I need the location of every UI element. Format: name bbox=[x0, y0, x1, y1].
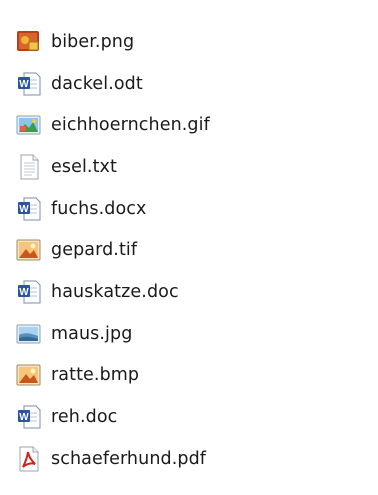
file-item-maus-jpg[interactable]: maus.jpg bbox=[16, 313, 356, 355]
pdf-document-icon bbox=[16, 446, 42, 472]
gif-image-icon bbox=[16, 112, 42, 138]
file-item-schaeferhund-pdf[interactable]: schaeferhund.pdf bbox=[16, 438, 356, 480]
file-item-hauskatze-doc[interactable]: W hauskatze.doc bbox=[16, 271, 356, 313]
file-name: schaeferhund.pdf bbox=[51, 448, 207, 469]
word-document-icon: W bbox=[16, 279, 42, 305]
file-item-ratte-bmp[interactable]: ratte.bmp bbox=[16, 355, 356, 397]
svg-text:W: W bbox=[19, 79, 29, 90]
file-name: esel.txt bbox=[51, 156, 117, 177]
file-item-dackel-odt[interactable]: W dackel.odt bbox=[16, 63, 356, 105]
file-name: fuchs.docx bbox=[51, 198, 147, 219]
file-item-fuchs-docx[interactable]: W fuchs.docx bbox=[16, 188, 356, 230]
svg-text:W: W bbox=[19, 204, 29, 215]
word-document-icon: W bbox=[16, 71, 42, 97]
svg-text:W: W bbox=[19, 412, 29, 423]
word-document-icon: W bbox=[16, 404, 42, 430]
file-name: eichhoernchen.gif bbox=[51, 115, 210, 136]
file-item-reh-doc[interactable]: W reh.doc bbox=[16, 396, 356, 438]
text-file-icon bbox=[16, 154, 42, 180]
file-item-gepard-tif[interactable]: gepard.tif bbox=[16, 229, 356, 271]
png-image-icon bbox=[16, 29, 42, 55]
file-name: biber.png bbox=[51, 31, 135, 52]
file-name: maus.jpg bbox=[51, 323, 133, 344]
svg-text:W: W bbox=[19, 287, 29, 298]
file-name: reh.doc bbox=[51, 407, 118, 428]
file-name: gepard.tif bbox=[51, 240, 138, 261]
file-name: dackel.odt bbox=[51, 73, 143, 94]
file-name: hauskatze.doc bbox=[51, 281, 179, 302]
file-item-esel-txt[interactable]: esel.txt bbox=[16, 146, 356, 188]
word-document-icon: W bbox=[16, 196, 42, 222]
file-item-eichhoernchen-gif[interactable]: eichhoernchen.gif bbox=[16, 104, 356, 146]
tif-image-icon bbox=[16, 237, 42, 263]
bmp-image-icon bbox=[16, 362, 42, 388]
file-name: ratte.bmp bbox=[51, 365, 140, 386]
file-item-biber-png[interactable]: biber.png bbox=[16, 21, 356, 63]
jpg-image-icon bbox=[16, 321, 42, 347]
file-list: biber.png W dackel.odt eichhoernchen.gif… bbox=[16, 21, 356, 480]
